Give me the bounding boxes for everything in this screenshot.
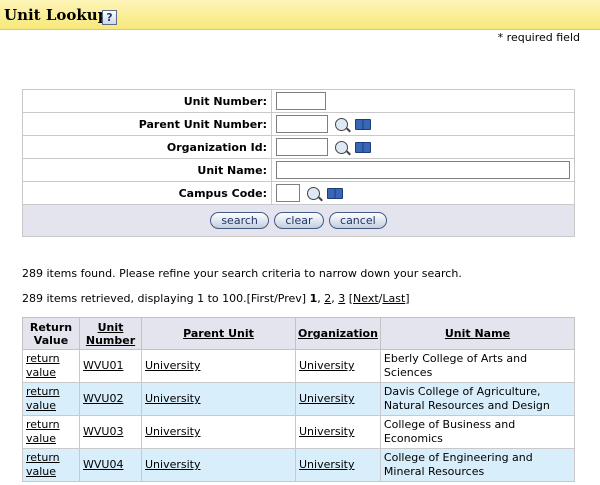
retrieved-message: 289 items retrieved, displaying 1 to 100… [22, 292, 247, 305]
search-button[interactable]: search [210, 212, 269, 229]
organization-id-cell [271, 135, 575, 159]
return-value-cell: return value [22, 349, 80, 383]
unit-number-link[interactable]: WVU03 [83, 425, 123, 438]
page-title: Unit Lookup [4, 6, 109, 24]
organization-sort-link[interactable]: Organization [298, 327, 378, 340]
organization-cell: University [295, 415, 381, 449]
unit-name-input[interactable] [276, 161, 570, 179]
unit-name-label: Unit Name: [22, 158, 272, 182]
parent-unit-cell: University [141, 349, 296, 383]
page-3-link[interactable]: 3 [338, 292, 345, 305]
field-row-unit-name: Unit Name: [22, 158, 575, 182]
unit-number-cell: WVU02 [79, 382, 142, 416]
campus-code-direct-inquiry-icon[interactable] [327, 187, 343, 199]
last-link[interactable]: Last [382, 292, 405, 305]
unit-number-link[interactable]: WVU02 [83, 392, 123, 405]
help-icon[interactable]: ? [102, 10, 117, 25]
unit-name-cell [271, 158, 575, 182]
unit-number-header[interactable]: Unit Number [79, 317, 142, 350]
parent-unit-cell: University [141, 448, 296, 482]
results-table: Return Value Unit Number Parent Unit Org… [22, 317, 576, 482]
table-row: return value WVU02 University University… [22, 382, 576, 416]
unit-name-cell: Davis College of Agriculture, Natural Re… [379, 382, 576, 416]
unit-number-sort-link[interactable]: Unit Number [86, 321, 135, 347]
parent-unit-number-cell [271, 112, 575, 136]
unit-name-cell: College of Engineering and Mineral Resou… [379, 448, 576, 482]
campus-code-label: Campus Code: [22, 181, 272, 205]
organization-direct-inquiry-icon[interactable] [355, 141, 371, 153]
table-row: return value WVU03 University University… [22, 415, 576, 449]
campus-code-search-icon[interactable] [306, 186, 320, 200]
required-field-note: * required field [497, 31, 580, 44]
next-link[interactable]: Next [353, 292, 379, 305]
parent-unit-link[interactable]: University [145, 392, 201, 405]
organization-cell: University [295, 382, 381, 416]
bracket-close: ] [405, 292, 410, 305]
cancel-button[interactable]: cancel [329, 212, 387, 229]
return-value-link[interactable]: return value [26, 352, 60, 379]
field-row-parent-unit-number: Parent Unit Number: [22, 112, 575, 136]
table-row: return value WVU04 University University… [22, 448, 576, 482]
unit-number-cell [271, 89, 575, 113]
campus-code-input[interactable] [276, 184, 300, 202]
results-header-row: Return Value Unit Number Parent Unit Org… [22, 317, 576, 350]
unit-name-header[interactable]: Unit Name [379, 317, 576, 350]
unit-name-sort-link[interactable]: Unit Name [445, 327, 510, 340]
first-prev-text: [First/Prev] [246, 292, 307, 305]
clear-button[interactable]: clear [274, 212, 324, 229]
return-value-cell: return value [22, 448, 80, 482]
parent-unit-header[interactable]: Parent Unit [141, 317, 296, 350]
field-row-campus-code: Campus Code: [22, 181, 575, 205]
campus-code-cell [271, 181, 575, 205]
form-button-cell: search clear cancel [22, 204, 575, 237]
parent-unit-cell: University [141, 415, 296, 449]
items-found-message: 289 items found. Please refine your sear… [22, 267, 462, 280]
form-button-row: search clear cancel [22, 204, 575, 237]
return-value-cell: return value [22, 382, 80, 416]
field-row-organization-id: Organization Id: [22, 135, 575, 159]
unit-number-cell: WVU04 [79, 448, 142, 482]
field-row-unit-number: Unit Number: [22, 89, 575, 113]
organization-search-icon[interactable] [334, 140, 348, 154]
return-value-link[interactable]: return value [26, 385, 60, 412]
organization-link[interactable]: University [299, 392, 355, 405]
unit-number-cell: WVU03 [79, 415, 142, 449]
return-value-link[interactable]: return value [26, 418, 60, 445]
return-value-link[interactable]: return value [26, 451, 60, 478]
unit-name-cell: Eberly College of Arts and Sciences [379, 349, 576, 383]
unit-name-cell: College of Business and Economics [379, 415, 576, 449]
parent-unit-number-label: Parent Unit Number: [22, 112, 272, 136]
organization-header[interactable]: Organization [295, 317, 381, 350]
current-page: 1 [309, 292, 318, 305]
parent-unit-cell: University [141, 382, 296, 416]
organization-link[interactable]: University [299, 425, 355, 438]
unit-number-link[interactable]: WVU04 [83, 458, 123, 471]
organization-link[interactable]: University [299, 359, 355, 372]
organization-id-label: Organization Id: [22, 135, 272, 159]
parent-unit-direct-inquiry-icon[interactable] [355, 118, 371, 130]
unit-number-cell: WVU01 [79, 349, 142, 383]
pagination-bar: 289 items retrieved, displaying 1 to 100… [22, 292, 410, 305]
organization-id-input[interactable] [276, 138, 328, 156]
organization-cell: University [295, 349, 381, 383]
parent-unit-link[interactable]: University [145, 359, 201, 372]
unit-number-label: Unit Number: [22, 89, 272, 113]
return-value-cell: return value [22, 415, 80, 449]
page-header: Unit Lookup ? [0, 0, 600, 30]
return-value-header: Return Value [22, 317, 80, 350]
parent-unit-search-icon[interactable] [334, 117, 348, 131]
organization-link[interactable]: University [299, 458, 355, 471]
unit-number-link[interactable]: WVU01 [83, 359, 123, 372]
parent-unit-link[interactable]: University [145, 458, 201, 471]
parent-unit-link[interactable]: University [145, 425, 201, 438]
parent-unit-number-input[interactable] [276, 115, 328, 133]
organization-cell: University [295, 448, 381, 482]
page-2-link[interactable]: 2 [324, 292, 331, 305]
parent-unit-sort-link[interactable]: Parent Unit [183, 327, 254, 340]
unit-number-input[interactable] [276, 92, 326, 110]
table-row: return value WVU01 University University… [22, 349, 576, 383]
search-form: Unit Number: Parent Unit Number: Organiz… [22, 89, 575, 237]
